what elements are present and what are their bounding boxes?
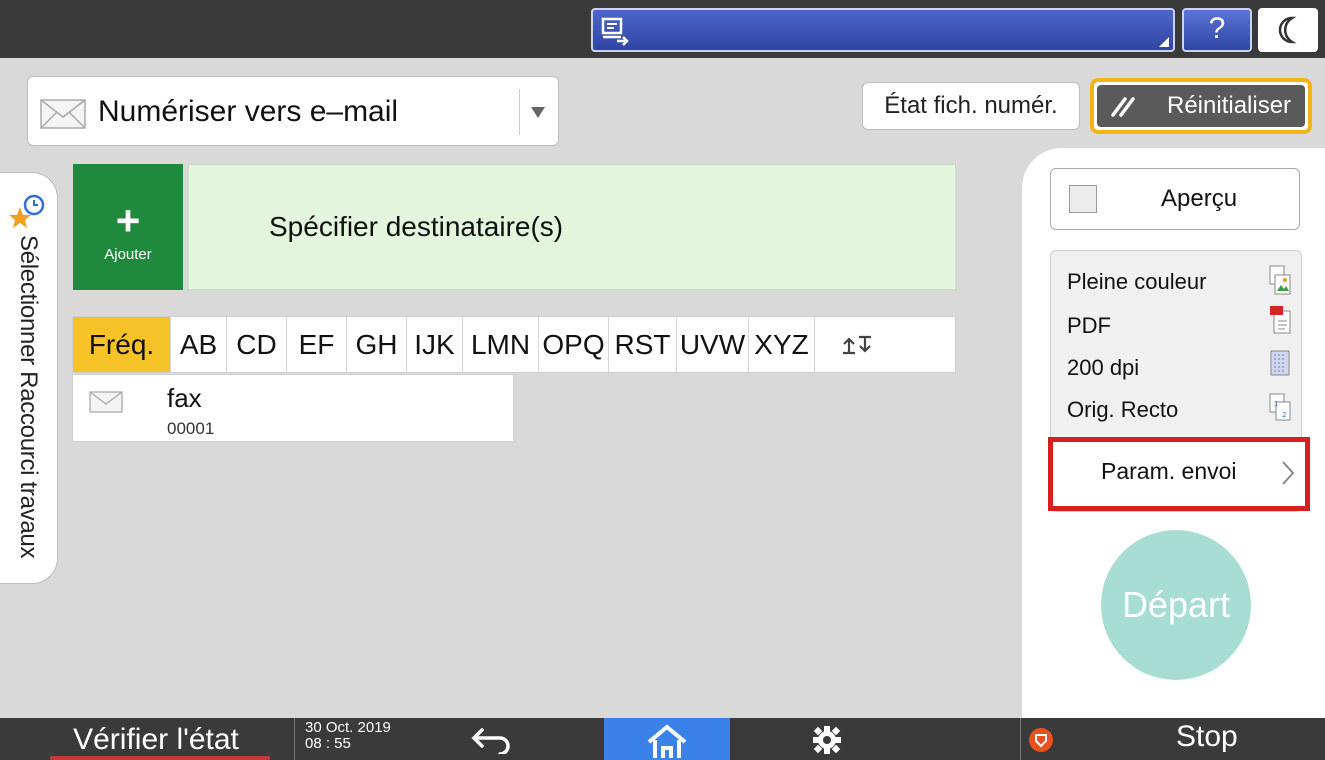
star-clock-icon <box>9 194 45 228</box>
stop-icon <box>1029 728 1053 752</box>
switch-list-button[interactable] <box>815 317 955 372</box>
svg-text:1: 1 <box>1274 400 1278 408</box>
function-selector[interactable]: Numériser vers e–mail <box>27 76 559 146</box>
destination-field[interactable]: Spécifier destinataire(s) <box>188 164 956 290</box>
add-label: Ajouter <box>104 246 152 263</box>
mail-icon <box>89 391 123 413</box>
preview-label: Aperçu <box>1161 185 1238 212</box>
address-entry[interactable]: fax 00001 <box>72 374 514 442</box>
reset-button-body: Réinitialiser <box>1097 85 1305 127</box>
help-button[interactable]: ? <box>1182 8 1252 52</box>
divider <box>294 718 295 760</box>
gear-icon[interactable] <box>812 725 842 755</box>
check-status-button[interactable]: Vérifier l'état <box>20 718 292 760</box>
tab-ef[interactable]: EF <box>287 317 347 372</box>
entry-name: fax <box>167 383 202 413</box>
svg-text:2: 2 <box>1282 411 1286 419</box>
plus-icon: + <box>115 197 141 244</box>
time-label: 08 : 55 <box>305 735 351 752</box>
mail-icon <box>40 99 86 129</box>
color-mode-icon <box>1269 265 1291 295</box>
tab-xyz[interactable]: XYZ <box>749 317 815 372</box>
send-settings-button[interactable]: Param. envoi <box>1048 437 1310 511</box>
job-shortcut-side-tab[interactable]: Sélectionner Raccourci travaux <box>0 172 58 584</box>
function-selector-label: Numériser vers e–mail <box>98 95 399 128</box>
back-icon[interactable] <box>470 726 514 754</box>
tab-lmn[interactable]: LMN <box>463 317 539 372</box>
swap-arrows-icon <box>843 335 871 355</box>
tab-gh[interactable]: GH <box>347 317 407 372</box>
resolution-icon <box>1270 350 1290 376</box>
send-settings-label: Param. envoi <box>1101 458 1237 484</box>
stop-label: Stop <box>1176 720 1238 753</box>
tab-freq[interactable]: Fréq. <box>73 317 171 372</box>
reset-icon <box>1111 97 1135 117</box>
sleep-button[interactable] <box>1258 8 1318 52</box>
job-monitor-button[interactable] <box>591 8 1175 52</box>
check-status-label: Vérifier l'état <box>73 723 239 756</box>
bottom-bar: Vérifier l'état 30 Oct. 2019 08 : 55 Sto… <box>0 718 1325 760</box>
color-mode-label: Pleine couleur <box>1067 269 1207 294</box>
tab-ijk[interactable]: IJK <box>407 317 463 372</box>
top-status-bar: ? <box>0 0 1325 58</box>
tab-ab[interactable]: AB <box>171 317 227 372</box>
tab-rst[interactable]: RST <box>609 317 677 372</box>
tab-uvw[interactable]: UVW <box>677 317 749 372</box>
expand-corner-icon <box>1159 37 1169 47</box>
stop-button[interactable]: Stop <box>1020 718 1325 760</box>
date-label: 30 Oct. 2019 <box>305 719 391 736</box>
reset-button[interactable]: Réinitialiser <box>1090 78 1312 134</box>
date-time: 30 Oct. 2019 08 : 55 <box>305 720 391 752</box>
preview-toggle[interactable]: Aperçu <box>1050 168 1300 230</box>
original-sides-label: Orig. Recto <box>1067 397 1179 422</box>
file-type-label: PDF <box>1067 313 1111 338</box>
side-tab-label: Sélectionner Raccourci travaux <box>15 235 42 559</box>
reset-label: Réinitialiser <box>1167 92 1292 119</box>
pdf-icon <box>1270 306 1291 334</box>
tab-opq[interactable]: OPQ <box>539 317 609 372</box>
status-alert-indicator <box>50 756 270 760</box>
chevron-right-icon <box>1282 461 1295 485</box>
chevron-down-icon <box>531 107 545 118</box>
start-button[interactable]: Départ <box>1101 530 1251 680</box>
home-button[interactable] <box>604 718 730 760</box>
destination-placeholder: Spécifier destinataire(s) <box>269 211 564 242</box>
home-icon <box>647 724 687 758</box>
moon-icon <box>1278 16 1297 44</box>
address-index-tabs: Fréq. AB CD EF GH IJK LMN OPQ RST UVW XY… <box>72 316 956 373</box>
divider <box>519 89 520 135</box>
original-sides-icon: 1 2 <box>1269 393 1291 421</box>
add-destination-button[interactable]: + Ajouter <box>73 164 183 290</box>
entry-number: 00001 <box>167 419 215 438</box>
preview-checkbox <box>1069 185 1097 213</box>
tab-cd[interactable]: CD <box>227 317 287 372</box>
job-monitor-icon <box>601 17 629 46</box>
scan-file-status-button[interactable]: État fich. numér. <box>862 82 1080 130</box>
resolution-label: 200 dpi <box>1067 355 1140 380</box>
